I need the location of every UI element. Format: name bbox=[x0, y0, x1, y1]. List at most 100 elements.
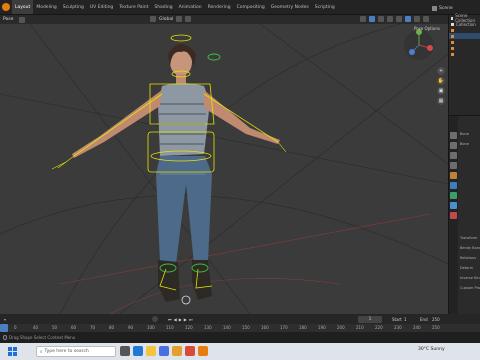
snap-icon[interactable] bbox=[185, 16, 192, 22]
workspace-tabs: Layout Modeling Sculpting UV Editing Texture… bbox=[12, 0, 338, 14]
overlay-icon[interactable] bbox=[378, 16, 384, 22]
scene-icon bbox=[432, 5, 437, 11]
edge-icon[interactable] bbox=[133, 346, 143, 356]
properties-row[interactable]: Inverse Kinematics bbox=[460, 276, 480, 280]
collection-icon bbox=[451, 40, 454, 44]
chrome-icon[interactable] bbox=[185, 346, 195, 356]
start-label: Start bbox=[392, 316, 402, 322]
tab-rendering[interactable]: Rendering bbox=[205, 0, 234, 14]
pivot-icon[interactable] bbox=[176, 16, 183, 22]
frame-tick: 200 bbox=[337, 325, 345, 330]
scene-selector[interactable]: Scene bbox=[432, 3, 478, 13]
frame-tick: 70 bbox=[90, 325, 96, 330]
frame-tick: 90 bbox=[128, 325, 134, 330]
tab-layout[interactable]: Layout bbox=[12, 0, 34, 14]
solid-shading-icon[interactable] bbox=[405, 16, 411, 22]
weather-widget[interactable]: 30°C Sunny bbox=[418, 347, 445, 352]
tool-icon[interactable] bbox=[450, 132, 457, 139]
tab-modeling[interactable]: Modeling bbox=[33, 0, 59, 14]
frame-tick: 80 bbox=[109, 325, 115, 330]
start-frame-field[interactable]: 1 bbox=[404, 317, 407, 322]
jump-end-icon[interactable]: ⏭ bbox=[189, 317, 193, 322]
frame-tick: 240 bbox=[413, 325, 421, 330]
tab-compositing[interactable]: Compositing bbox=[234, 0, 268, 14]
step-back-icon[interactable]: ◀ bbox=[174, 317, 177, 322]
render-icon[interactable] bbox=[450, 142, 457, 149]
properties-row[interactable]: Deform bbox=[460, 266, 473, 270]
frame-tick: 110 bbox=[166, 325, 174, 330]
frame-tick: 140 bbox=[223, 325, 231, 330]
pan-icon[interactable]: ✋ bbox=[437, 77, 445, 85]
tab-geometry-nodes[interactable]: Geometry Nodes bbox=[268, 0, 312, 14]
store-icon[interactable] bbox=[159, 346, 169, 356]
end-frame-field[interactable]: 250 bbox=[432, 317, 440, 322]
bone-icon[interactable] bbox=[450, 192, 457, 199]
properties-row[interactable]: Relations bbox=[460, 256, 476, 260]
gizmo-icon[interactable] bbox=[369, 16, 375, 22]
modifier-icon[interactable] bbox=[450, 182, 457, 189]
pose-options-button[interactable]: Pose Options bbox=[414, 26, 440, 31]
object-icon[interactable] bbox=[450, 172, 457, 179]
jump-start-icon[interactable]: ⏮ bbox=[168, 317, 172, 322]
tab-scripting[interactable]: Scripting bbox=[312, 0, 338, 14]
3d-viewport[interactable]: + ✋ ▣ ▦ Pose Options bbox=[0, 24, 448, 314]
play-icon[interactable]: ▶ bbox=[179, 317, 182, 322]
transform-pivot-group: Global bbox=[150, 16, 192, 22]
frame-tick: 0 bbox=[14, 325, 17, 330]
frame-tick: 180 bbox=[299, 325, 307, 330]
wireframe-shading-icon[interactable] bbox=[396, 16, 402, 22]
taskbar-search[interactable]: ⌕ Type here to search bbox=[36, 346, 116, 357]
outliner-row[interactable] bbox=[449, 51, 480, 57]
properties-row[interactable]: Bone bbox=[460, 142, 469, 146]
tab-shading[interactable]: Shading bbox=[151, 0, 175, 14]
view-menu-icon[interactable] bbox=[19, 16, 26, 23]
character-model[interactable] bbox=[72, 44, 280, 302]
properties-row[interactable]: Bone bbox=[460, 132, 469, 136]
top-menu-bar: Layout Modeling Sculpting UV Editing Texture… bbox=[0, 0, 480, 15]
tab-uv-editing[interactable]: UV Editing bbox=[87, 0, 116, 14]
outliner-panel: Scene Collection Collection bbox=[448, 13, 480, 115]
properties-row[interactable]: Bendy Bones bbox=[460, 246, 480, 250]
tab-animation[interactable]: Animation bbox=[176, 0, 205, 14]
output-icon[interactable] bbox=[450, 152, 457, 159]
blender-taskbar-icon[interactable] bbox=[198, 346, 208, 356]
bone-constraint-icon[interactable] bbox=[450, 202, 457, 209]
current-frame-field[interactable]: 1 bbox=[358, 315, 382, 323]
frame-tick: 230 bbox=[394, 325, 402, 330]
camera-view-icon[interactable]: ▣ bbox=[437, 87, 445, 95]
frame-ruler[interactable]: 0 40 50 60 70 80 90 100 110 120 130 140 150 160 170 180… bbox=[0, 324, 480, 332]
record-icon[interactable] bbox=[152, 316, 158, 322]
rig-lines bbox=[0, 24, 448, 314]
mode-selector[interactable]: Pose bbox=[3, 17, 13, 22]
mouse-left-icon bbox=[3, 335, 7, 340]
end-label: End bbox=[420, 316, 428, 322]
orientation-icon[interactable] bbox=[150, 16, 156, 22]
playhead[interactable] bbox=[0, 324, 8, 332]
properties-row[interactable]: Transform bbox=[460, 236, 477, 240]
properties-row[interactable]: Custom Props bbox=[460, 286, 480, 290]
navigation-gizmo[interactable] bbox=[402, 28, 436, 62]
task-view-icon[interactable] bbox=[120, 346, 130, 356]
rendered-shading-icon[interactable] bbox=[423, 16, 429, 22]
start-icon[interactable] bbox=[8, 347, 17, 356]
step-forward-icon[interactable]: ▶ bbox=[184, 317, 187, 322]
tab-texture-paint[interactable]: Texture Paint bbox=[116, 0, 151, 14]
tab-sculpting[interactable]: Sculpting bbox=[60, 0, 87, 14]
material-icon[interactable] bbox=[450, 212, 457, 219]
orientation-selector[interactable]: Global bbox=[159, 17, 173, 22]
mail-icon[interactable] bbox=[172, 346, 182, 356]
playback-menu[interactable]: ▾ bbox=[4, 317, 6, 322]
viewport-shading-group bbox=[360, 16, 429, 22]
collection-icon bbox=[451, 28, 454, 32]
xray-icon[interactable] bbox=[387, 16, 393, 22]
material-shading-icon[interactable] bbox=[414, 16, 420, 22]
visibility-icon[interactable] bbox=[360, 16, 366, 22]
file-explorer-icon[interactable] bbox=[146, 346, 156, 356]
timeline-header: ▾ ⏮ ◀ ▶ ▶ ⏭ 1 Start 1 End 250 bbox=[0, 314, 480, 324]
zoom-icon[interactable]: + bbox=[437, 67, 445, 75]
outliner-row-label: Collection bbox=[456, 21, 476, 27]
blender-logo-icon[interactable] bbox=[2, 3, 10, 11]
perspective-toggle-icon[interactable]: ▦ bbox=[437, 97, 445, 105]
view-layer-icon[interactable] bbox=[450, 162, 457, 169]
properties-tabs bbox=[449, 116, 458, 315]
